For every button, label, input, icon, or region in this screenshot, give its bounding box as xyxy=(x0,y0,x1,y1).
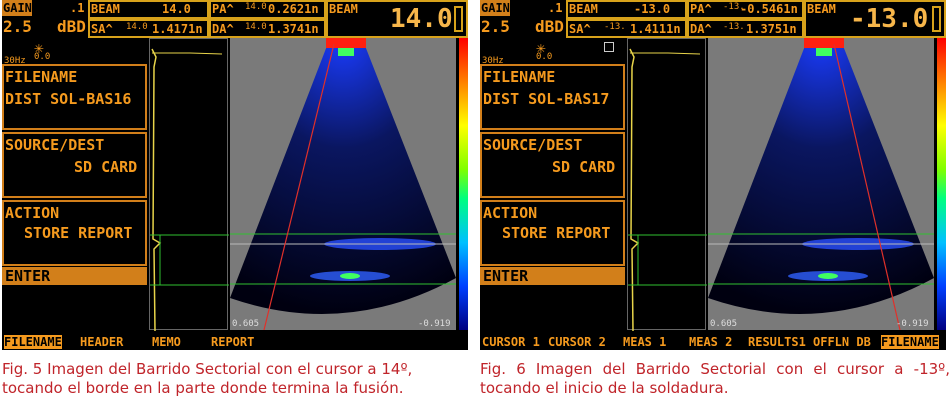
sector-scan-image xyxy=(230,38,456,330)
filename-label: FILENAME xyxy=(5,68,78,86)
tab-cursor-2[interactable]: CURSOR 2 xyxy=(548,335,606,349)
source-value[interactable]: SD CARD xyxy=(552,158,615,176)
pa-label: PA^ xyxy=(212,2,234,16)
scan-axis-right: -0.919 xyxy=(896,319,929,329)
tab-header[interactable]: HEADER xyxy=(80,335,123,349)
pa-small: 14.0 xyxy=(245,2,267,12)
pa-label: PA^ xyxy=(690,2,712,16)
da-label: DA^ xyxy=(212,22,234,36)
a-scan-view xyxy=(149,38,229,332)
gain-unit: dBD xyxy=(535,17,564,36)
gain-unit: dBD xyxy=(57,17,86,36)
da-value: 1.3751n xyxy=(746,22,797,36)
flaw-detector-screen-1: GAIN .1 2.5 dBD BEAM 14.0 SA^ 14.0 1.417… xyxy=(2,0,468,350)
gain-value[interactable]: 2.5 xyxy=(3,17,32,36)
big-beam-label: BEAM xyxy=(329,2,358,16)
big-beam-value: 14.0 xyxy=(390,4,453,34)
source-label: SOURCE/DEST xyxy=(483,136,583,154)
sector-scan-image xyxy=(708,38,934,330)
scan-axis-right: -0.919 xyxy=(418,319,451,329)
tab-meas-1[interactable]: MEAS 1 xyxy=(623,335,666,349)
color-palette-bar xyxy=(459,38,468,330)
gain-step: .1 xyxy=(548,1,563,15)
sa-value: 1.4111n xyxy=(630,22,681,36)
tab-filename[interactable]: FILENAME xyxy=(4,335,62,349)
enter-button[interactable]: ENTER xyxy=(480,267,625,285)
save-disk-icon xyxy=(604,42,614,52)
da-label: DA^ xyxy=(690,22,712,36)
bottom-menu-bar: CURSOR 1 CURSOR 2 MEAS 1 MEAS 2 RESULTS1… xyxy=(480,334,946,350)
sa-small: -13. xyxy=(604,22,626,32)
sector-scan-view: 0.605 -0.919 xyxy=(230,38,456,330)
pa-value: 0.2621n xyxy=(268,2,319,16)
gain-value[interactable]: 2.5 xyxy=(481,17,510,36)
figure-caption-5: Fig. 5 Imagen del Barrido Sectorial con … xyxy=(2,360,413,397)
filename-label: FILENAME xyxy=(483,68,556,86)
tab-memo[interactable]: MEMO xyxy=(152,335,181,349)
tab-meas-2[interactable]: MEAS 2 xyxy=(689,335,732,349)
zero-label: 0.0 xyxy=(536,52,553,62)
sa-label: SA^ xyxy=(569,22,591,36)
battery-icon xyxy=(454,6,463,32)
tab-filename[interactable]: FILENAME xyxy=(881,335,939,349)
sa-value: 1.4171n xyxy=(152,22,203,36)
tab-results1[interactable]: RESULTS1 xyxy=(748,335,806,349)
battery-icon xyxy=(932,6,941,32)
pa-value: -0.5461n xyxy=(740,2,798,16)
source-label: SOURCE/DEST xyxy=(5,136,105,154)
action-value[interactable]: STORE REPORT xyxy=(502,224,610,242)
beam-value: -13.0 xyxy=(634,2,671,16)
enter-label: ENTER xyxy=(5,267,51,285)
da-small: 14.0 xyxy=(245,22,267,32)
da-small: -13. xyxy=(723,22,745,32)
filename-value[interactable]: DIST SOL-BAS16 xyxy=(5,90,131,108)
source-value[interactable]: SD CARD xyxy=(74,158,137,176)
gain-label: GAIN xyxy=(3,1,32,15)
a-scan-trace xyxy=(150,48,229,332)
color-palette-bar xyxy=(937,38,946,330)
tab-offln-db[interactable]: OFFLN DB xyxy=(813,335,871,349)
beam-label: BEAM xyxy=(569,2,598,16)
da-value: 1.3741n xyxy=(268,22,319,36)
figure-caption-6: Fig. 6 Imagen del Barrido Sectorial con … xyxy=(480,360,950,397)
scan-axis-left: 0.605 xyxy=(710,319,738,329)
action-value[interactable]: STORE REPORT xyxy=(24,224,132,242)
bottom-menu-bar: FILENAME HEADER MEMO REPORT xyxy=(2,334,468,350)
gain-step: .1 xyxy=(70,1,85,15)
enter-label: ENTER xyxy=(483,267,529,285)
zero-label: 0.0 xyxy=(34,52,51,62)
scan-axis-left: 0.605 xyxy=(232,319,260,329)
filename-value[interactable]: DIST SOL-BAS17 xyxy=(483,90,609,108)
beam-label: BEAM xyxy=(91,2,120,16)
tab-report[interactable]: REPORT xyxy=(211,335,254,349)
tab-cursor-1[interactable]: CURSOR 1 xyxy=(482,335,540,349)
action-label: ACTION xyxy=(483,204,538,222)
sa-label: SA^ xyxy=(91,22,113,36)
enter-button[interactable]: ENTER xyxy=(2,267,147,285)
big-beam-value: -13.0 xyxy=(850,4,929,34)
action-label: ACTION xyxy=(5,204,60,222)
sector-scan-view: 0.605 -0.919 xyxy=(708,38,934,330)
flaw-detector-screen-2: GAIN .1 2.5 dBD BEAM -13.0 SA^ -13. 1.41… xyxy=(480,0,946,350)
gain-label: GAIN xyxy=(481,1,510,15)
beam-value: 14.0 xyxy=(162,2,191,16)
a-scan-view xyxy=(627,38,707,332)
sa-small: 14.0 xyxy=(126,22,148,32)
a-scan-trace xyxy=(628,48,707,332)
big-beam-label: BEAM xyxy=(807,2,836,16)
